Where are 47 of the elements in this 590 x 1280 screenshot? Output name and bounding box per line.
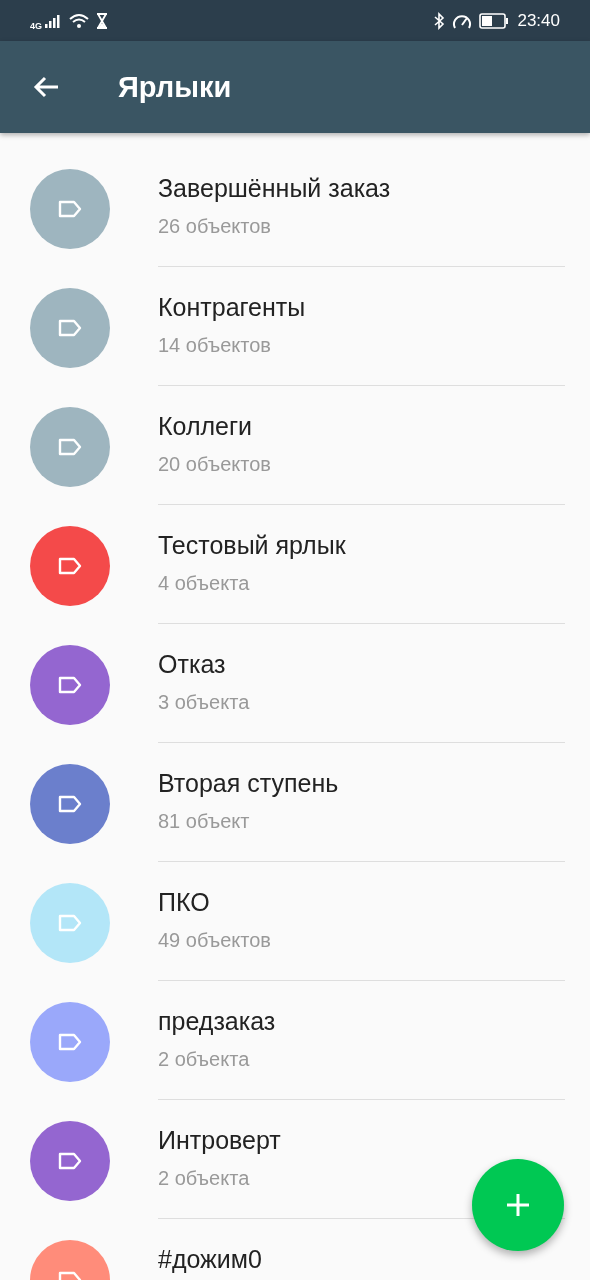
clock-time: 23:40 [517,10,560,31]
tag-icon [57,318,83,338]
object-count: 3 объекта [158,691,251,714]
object-count: 2 объекта [158,1048,251,1071]
object-count: 26 объектов [158,215,272,238]
label-name: Вторая ступень [158,769,340,798]
label-name: Тестовый ярлык [158,531,347,560]
back-arrow-icon[interactable] [32,75,60,99]
wifi-icon [68,12,90,29]
label-list-item[interactable]: Коллеги 20 объектов [0,387,590,506]
label-list-item[interactable]: Тестовый ярлык 4 объекта [0,506,590,625]
screen-title: Ярлыки [118,70,232,104]
tag-icon [57,556,83,576]
object-count: 14 объектов [158,334,272,357]
label-name: предзаказ [158,1007,277,1036]
label-name: ПКО [158,888,211,917]
hourglass-icon [96,12,108,29]
object-count: 81 объект [158,810,251,833]
tag-icon [57,199,83,219]
bluetooth-icon [433,11,446,30]
label-list-item[interactable]: Вторая ступень 81 объект [0,744,590,863]
label-list-item[interactable]: Контрагенты 14 объектов [0,268,590,387]
label-list-item[interactable]: Отказ 3 объекта [0,625,590,744]
object-count: 49 объектов [158,929,272,952]
plus-icon [505,1192,531,1218]
label-name: Коллеги [158,412,254,441]
tag-icon [57,675,83,695]
label-name: Контрагенты [158,293,307,322]
network-type: 4G [30,20,42,31]
tag-icon [57,1032,83,1052]
object-count: 20 объектов [158,453,272,476]
tag-icon [57,913,83,933]
tag-icon [57,1151,83,1171]
label-name: Завершённый заказ [158,174,392,203]
label-list-item[interactable]: ПКО 49 объектов [0,863,590,982]
battery-icon [479,12,510,29]
signal-icon [44,12,62,29]
tag-icon [57,437,83,457]
label-list-item[interactable]: Завершённый заказ 26 объектов [0,149,590,268]
label-name: Отказ [158,650,227,679]
label-list-item[interactable]: #дожим0 [0,1220,590,1280]
label-name: Интроверт [158,1126,282,1155]
label-list-item[interactable]: предзаказ 2 объекта [0,982,590,1101]
object-count: 4 объекта [158,572,251,595]
tag-icon [57,794,83,814]
label-name: #дожим0 [158,1245,263,1274]
object-count: 2 объекта [158,1167,251,1190]
